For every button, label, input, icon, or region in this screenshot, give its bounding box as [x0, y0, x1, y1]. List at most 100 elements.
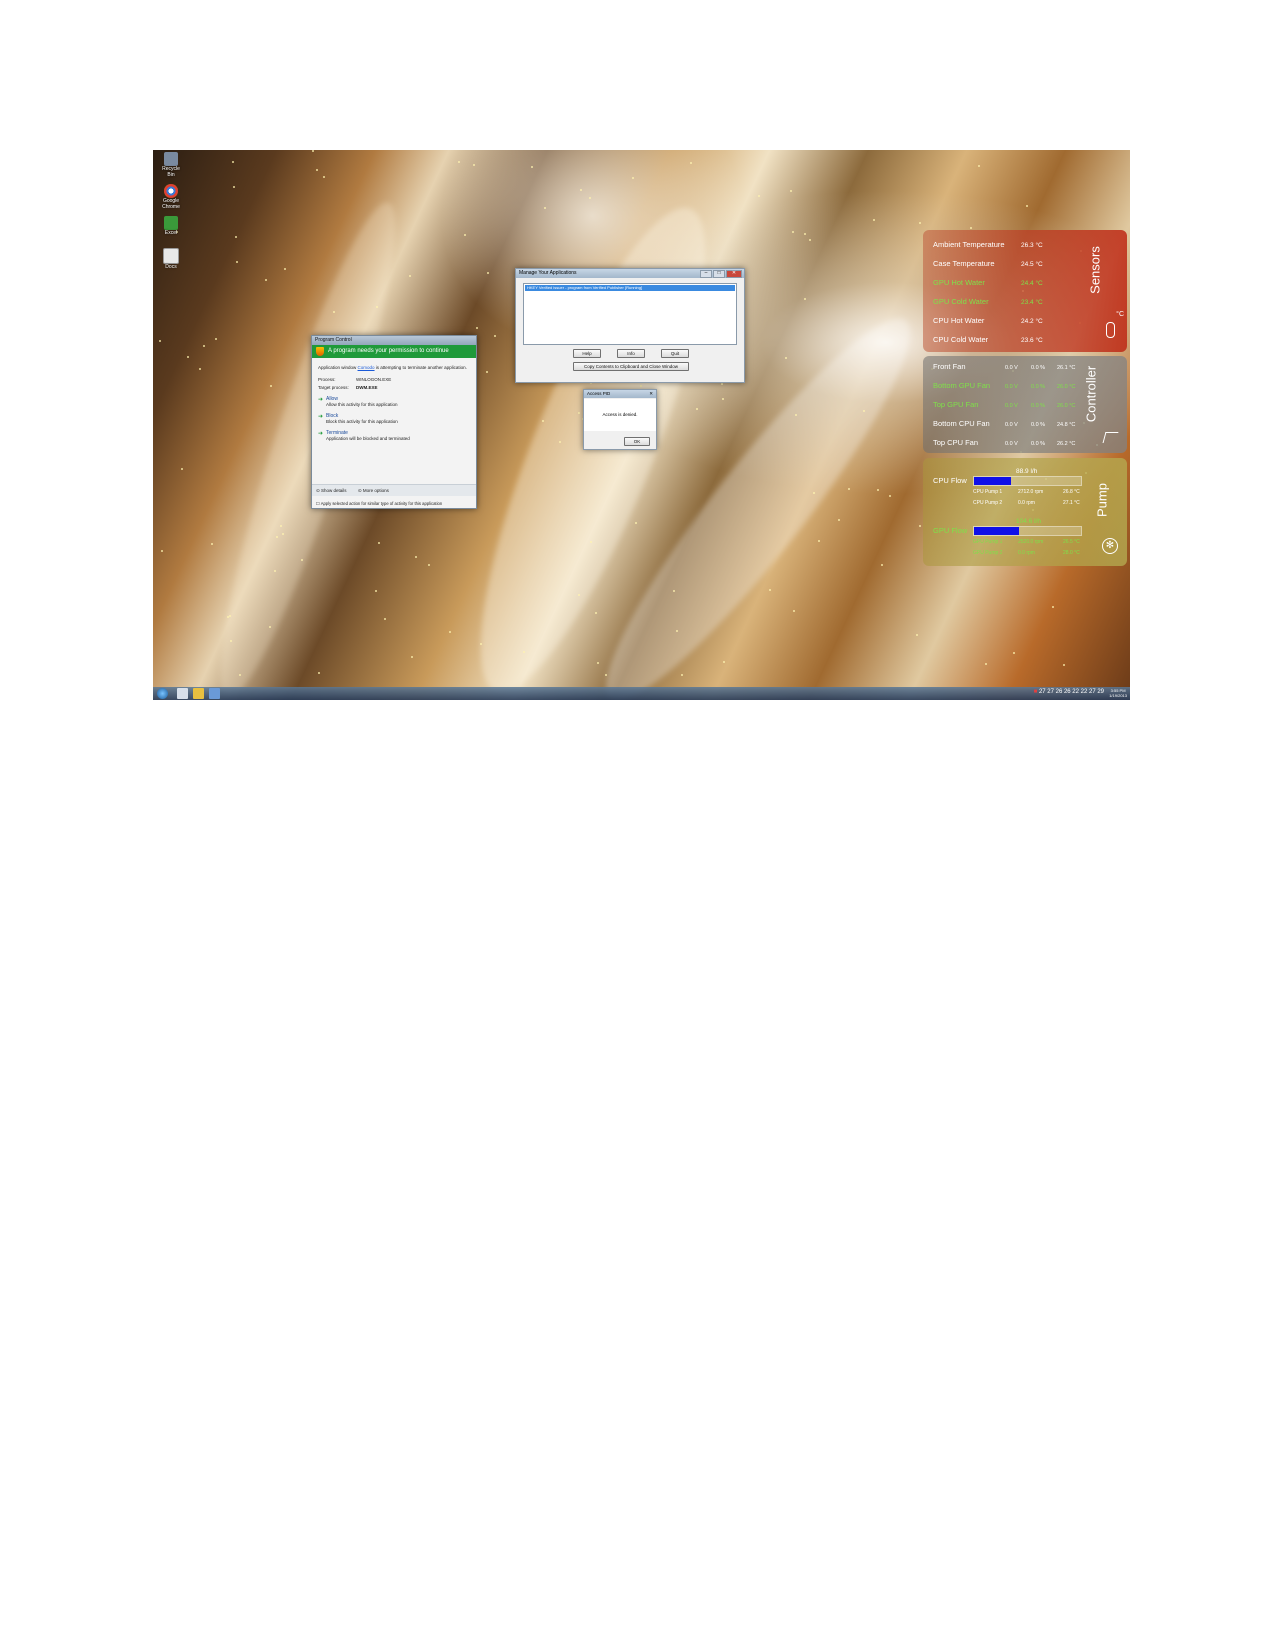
allow-option[interactable]: ➜ Allow Allow this activity for this app…	[318, 396, 470, 407]
pump-gadget[interactable]: CPU Flow 88.9 l/h CPU Pump 1 2712.0 rpm 26…	[923, 458, 1127, 566]
sparkle	[769, 589, 771, 591]
arrow-right-icon: ➜	[318, 414, 324, 420]
info-button[interactable]: Info	[617, 349, 645, 358]
sparkle	[323, 176, 325, 178]
sparkle	[889, 495, 891, 497]
pump-row: GPU Pump 2 0.0 rpm 28.0 °C	[973, 550, 1080, 556]
explorer-taskbar-icon[interactable]	[177, 688, 188, 699]
window-title[interactable]: Manage Your Applications – □ ✕	[516, 269, 744, 278]
sparkle	[229, 615, 231, 617]
sparkle	[578, 412, 580, 414]
desktop-icon-chrome[interactable]: Google Chrome	[158, 184, 184, 210]
sparkle	[203, 345, 205, 347]
dialog-title[interactable]: Program Control	[312, 336, 476, 345]
sparkle	[464, 234, 466, 236]
sparkle	[597, 662, 599, 664]
sparkle	[230, 640, 232, 642]
manage-applications-window: Manage Your Applications – □ ✕ HKEY Veri…	[515, 268, 745, 383]
controller-icon	[1102, 432, 1119, 443]
sparkle	[640, 385, 642, 387]
sparkle	[877, 489, 879, 491]
gpu-flow-label: GPU Flow	[933, 526, 968, 535]
sparkle	[795, 414, 797, 416]
fan-row: Front Fan 0.0 V 0.0 % 26.1 °C	[933, 362, 1076, 371]
sparkle	[159, 340, 161, 342]
sensor-row: Ambient Temperature 26.3 °C	[933, 240, 1043, 249]
apply-similar-checkbox[interactable]: ☐ Apply selected action for similar type…	[316, 501, 442, 506]
sparkle	[632, 177, 634, 179]
sensor-row: GPU Hot Water 24.4 °C	[933, 278, 1043, 287]
dialog-message: Access is denied.	[584, 399, 656, 431]
sparkle	[284, 268, 286, 270]
sparkle	[282, 533, 284, 535]
quit-button[interactable]: Quit	[661, 349, 689, 358]
ok-button[interactable]: OK	[624, 437, 650, 446]
sparkle	[804, 233, 806, 235]
controller-gadget[interactable]: Front Fan 0.0 V 0.0 % 26.1 °C Bottom GPU Fa…	[923, 356, 1127, 453]
pump-row: CPU Pump 1 2712.0 rpm 26.8 °C	[973, 489, 1080, 495]
sparkle	[758, 195, 760, 197]
fan-row: Top CPU Fan 0.0 V 0.0 % 26.2 °C	[933, 438, 1076, 447]
sensors-gadget[interactable]: Ambient Temperature 26.3 °C Case Temperat…	[923, 230, 1127, 352]
sparkle	[970, 227, 972, 229]
sparkle	[595, 612, 597, 614]
taskbar-clock[interactable]: 3:55 PM 1/19/2013	[1109, 688, 1127, 698]
show-details-button[interactable]: ⊙ Show details	[316, 488, 347, 493]
sensor-row: CPU Hot Water 24.2 °C	[933, 316, 1043, 325]
sparkle	[818, 540, 820, 542]
sparkle	[985, 663, 987, 665]
desktop-icon-recycle-bin[interactable]: Recycle Bin	[158, 152, 184, 178]
copy-close-button[interactable]: Copy Contents to Clipboard and Close Win…	[573, 362, 689, 371]
start-button[interactable]	[157, 688, 168, 699]
sparkle	[187, 356, 189, 358]
sparkle	[239, 674, 241, 676]
desktop-icon-docs[interactable]: Docs	[158, 248, 184, 270]
sparkle	[280, 525, 282, 527]
more-options-button[interactable]: ⊙ More options	[358, 488, 389, 493]
sparkle	[873, 219, 875, 221]
list-item-selected[interactable]: HKEY Verified issuer - program from Veri…	[525, 285, 735, 291]
gpu-flow-bar: 104.6 l/h	[973, 518, 1082, 536]
sparkle	[449, 631, 451, 633]
sparkle	[161, 550, 163, 552]
desktop-icon-excel[interactable]: Excel	[158, 216, 184, 236]
sparkle	[863, 410, 865, 412]
app-taskbar-icon[interactable]	[209, 688, 220, 699]
folder-taskbar-icon[interactable]	[193, 688, 204, 699]
application-list[interactable]: HKEY Verified issuer - program from Veri…	[523, 283, 737, 345]
sparkle	[793, 610, 795, 612]
permission-banner: A program needs your permission to conti…	[312, 345, 476, 358]
sparkle	[792, 231, 794, 233]
sparkle	[804, 298, 806, 300]
dialog-title[interactable]: Access PID ✕	[584, 390, 656, 398]
close-button[interactable]: ✕	[726, 270, 742, 278]
shield-icon	[316, 347, 324, 356]
maximize-button[interactable]: □	[713, 270, 725, 278]
sparkle	[978, 165, 980, 167]
cpu-flow-bar: 88.9 l/h	[973, 468, 1082, 486]
sparkle	[813, 492, 815, 494]
sparkle	[848, 488, 850, 490]
taskbar: ■ 27 27 26 26 22 22 27 29 3:55 PM 1/19/2…	[153, 687, 1130, 700]
excel-icon	[164, 216, 178, 230]
sparkle	[722, 398, 724, 400]
help-button[interactable]: Help	[573, 349, 601, 358]
terminate-option[interactable]: ➜ Terminate Application will be blocked …	[318, 430, 470, 441]
sparkle	[544, 207, 546, 209]
system-tray[interactable]: ■ 27 27 26 26 22 22 27 29	[1034, 689, 1104, 695]
sparkle	[590, 541, 592, 543]
application-link[interactable]: Comodo	[358, 365, 375, 370]
sparkle	[578, 594, 580, 596]
cpu-flow-fill	[974, 477, 1012, 485]
sparkle	[723, 661, 725, 663]
pump-row: GPU Pump 1 2520.0 rpm 26.5 °C	[973, 539, 1080, 545]
sparkle	[696, 408, 698, 410]
sparkle	[476, 327, 478, 329]
minimize-button[interactable]: –	[700, 270, 712, 278]
sparkle	[236, 261, 238, 263]
close-icon[interactable]: ✕	[649, 390, 653, 398]
gpu-flow-fill	[974, 527, 1019, 535]
block-option[interactable]: ➜ Block Block this activity for this app…	[318, 413, 470, 424]
pump-row: CPU Pump 2 0.0 rpm 27.1 °C	[973, 500, 1080, 506]
sparkle	[916, 634, 918, 636]
